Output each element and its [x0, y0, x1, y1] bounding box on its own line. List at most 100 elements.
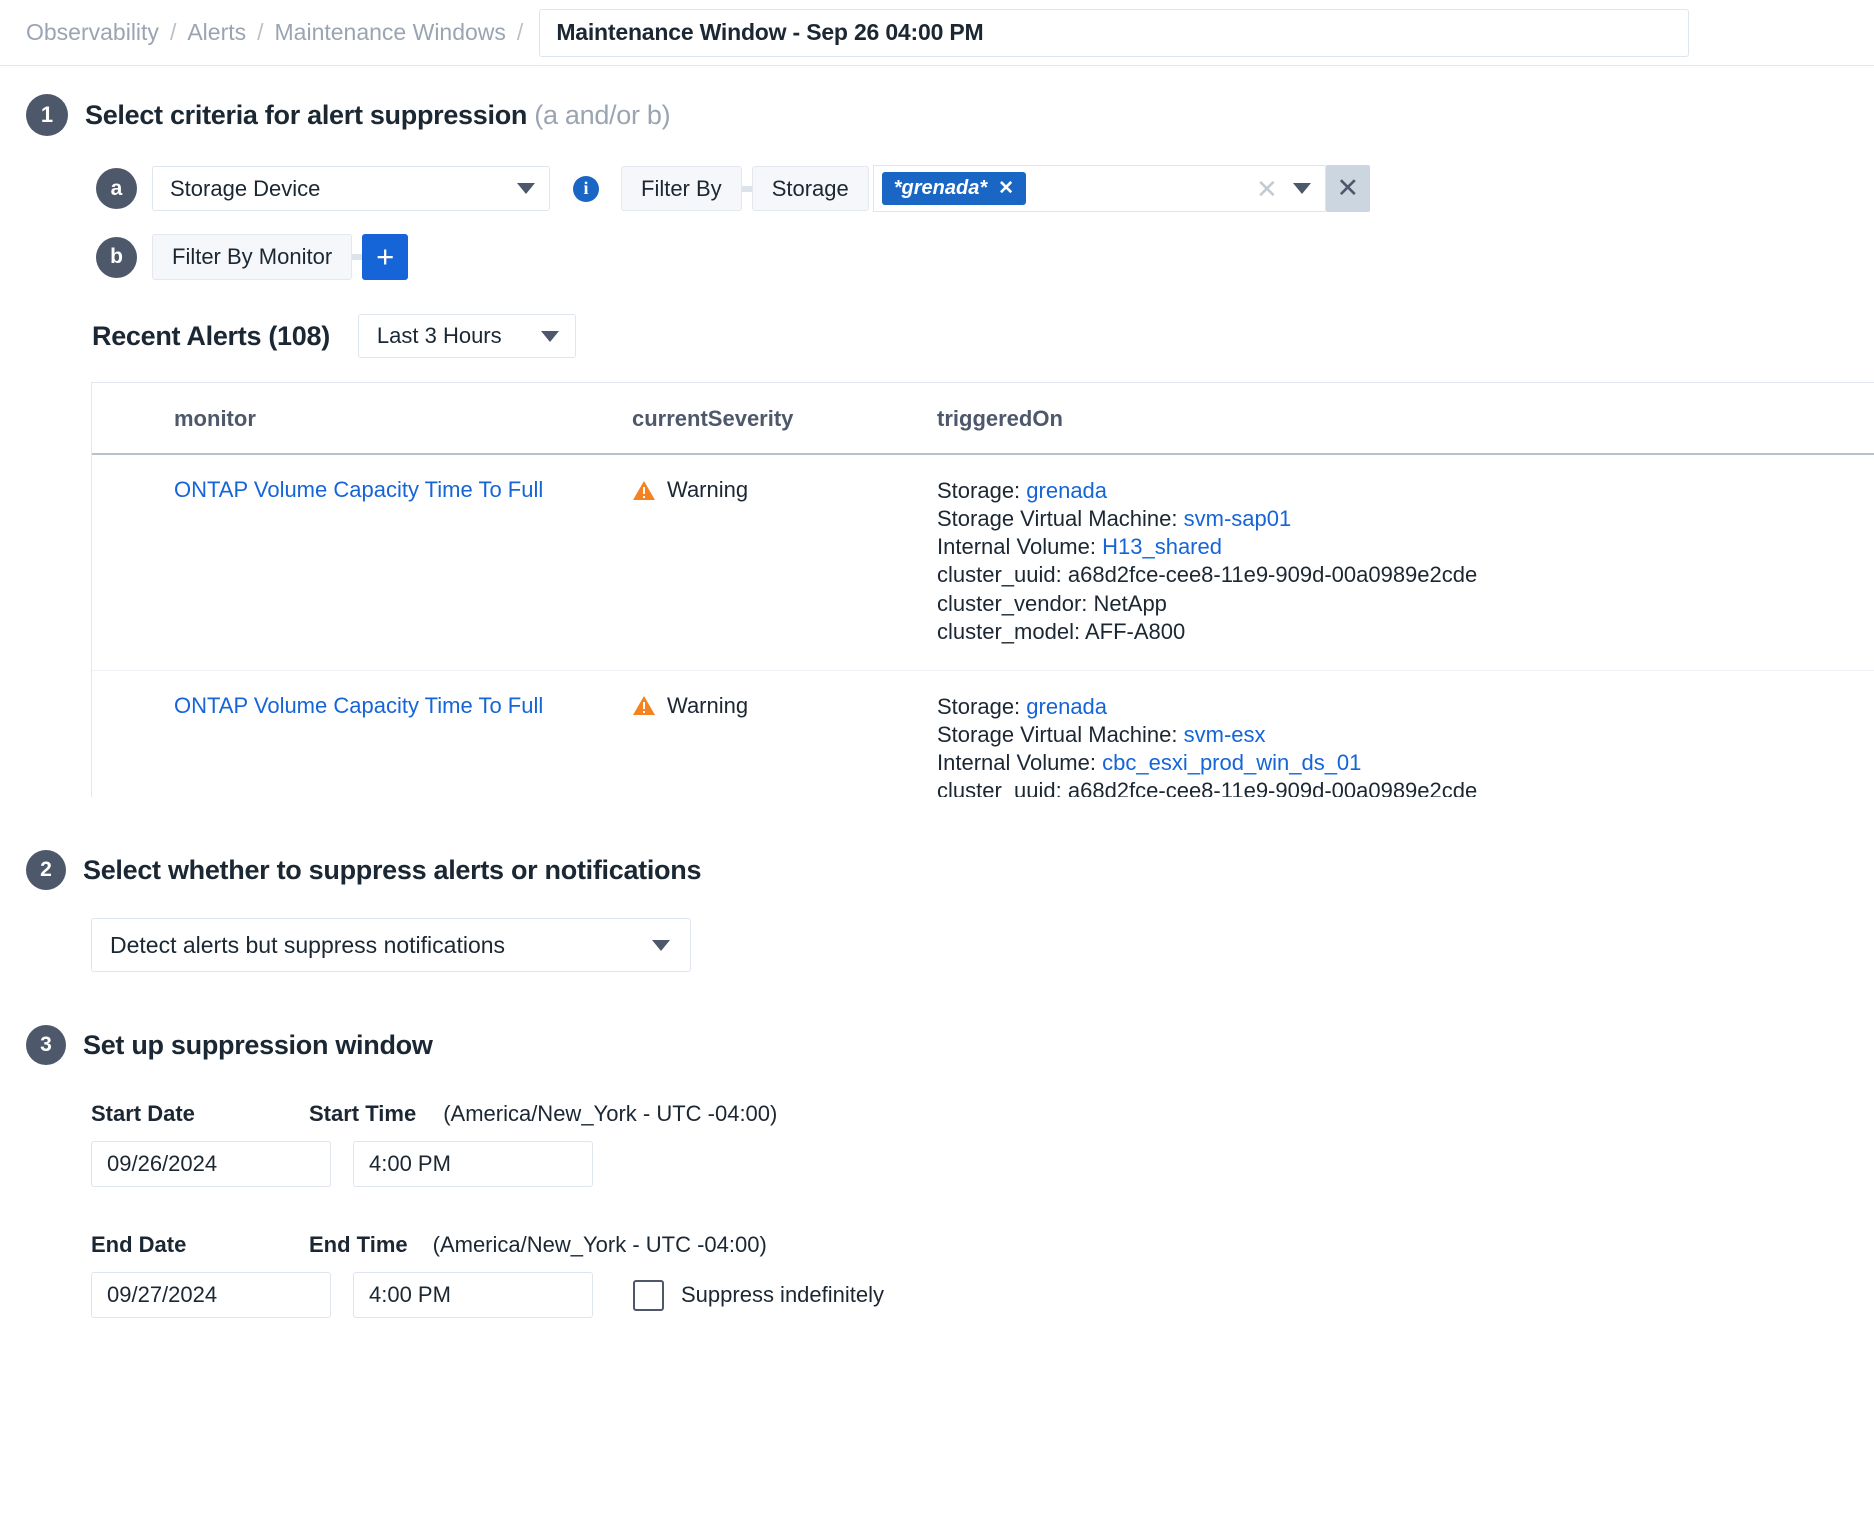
clear-icon[interactable]: ✕ [1256, 176, 1278, 202]
end-date-input[interactable]: 09/27/2024 [91, 1272, 331, 1318]
suppression-mode-select-value: Detect alerts but suppress notifications [110, 932, 505, 959]
triggered-on-key: cluster_vendor: [937, 591, 1094, 616]
step-2-title: Select whether to suppress alerts or not… [83, 855, 701, 886]
step-1-title-text: Select criteria for alert suppression [85, 100, 527, 130]
step-1-badge: 1 [26, 94, 68, 136]
breadcrumb-separator: / [517, 19, 523, 46]
end-time-label: End Time [309, 1232, 408, 1258]
maintenance-window-name-field[interactable]: Maintenance Window - Sep 26 04:00 PM [539, 9, 1689, 57]
cell-triggered-on: Storage: grenadaStorage Virtual Machine:… [937, 670, 1874, 797]
end-time-input[interactable]: 4:00 PM [353, 1272, 593, 1318]
start-date-input[interactable]: 09/26/2024 [91, 1141, 331, 1187]
entity-type-select[interactable]: Storage Device [152, 166, 550, 211]
triggered-on-key: cluster_model: [937, 619, 1085, 644]
triggered-on-value: NetApp [1094, 591, 1167, 616]
triggered-on-line: cluster_model: AFF-A800 [937, 618, 1874, 646]
recent-alerts-header: Recent Alerts (108) Last 3 Hours [92, 314, 1874, 358]
monitor-link[interactable]: ONTAP Volume Capacity Time To Full [174, 693, 543, 718]
warning-triangle-icon [632, 480, 656, 501]
breadcrumb-separator: / [170, 19, 176, 46]
column-header-current-severity[interactable]: currentSeverity [632, 383, 937, 454]
time-range-select[interactable]: Last 3 Hours [358, 314, 576, 358]
triggered-on-value-link[interactable]: grenada [1026, 478, 1107, 503]
entity-type-select-value: Storage Device [170, 176, 320, 202]
table-row[interactable]: ONTAP Volume Capacity Time To Full Warnin… [92, 670, 1874, 797]
triggered-on-line: cluster_vendor: NetApp [937, 590, 1874, 618]
step-3-header: 3 Set up suppression window [26, 1025, 1874, 1065]
breadcrumb: Observability / Alerts / Maintenance Win… [0, 0, 1874, 66]
severity-label: Warning [667, 693, 748, 719]
triggered-on-value: a68d2fce-cee8-11e9-909d-00a0989e2cde [1068, 778, 1477, 797]
step-3-badge: 3 [26, 1025, 66, 1065]
triggered-on-key: Storage Virtual Machine: [937, 722, 1184, 747]
end-labels-row: End Date End Time (America/New_York - UT… [91, 1232, 1874, 1258]
add-monitor-filter-button[interactable]: + [362, 234, 408, 280]
column-header-triggered-on[interactable]: triggeredOn [937, 383, 1874, 454]
suppress-indefinitely-label: Suppress indefinitely [681, 1282, 884, 1308]
triggered-on-line: Storage: grenada [937, 693, 1874, 721]
triggered-on-key: cluster_uuid: [937, 778, 1068, 797]
suppression-mode-select[interactable]: Detect alerts but suppress notifications [91, 918, 691, 972]
triggered-on-value-link[interactable]: grenada [1026, 694, 1107, 719]
triggered-on-line: cluster_uuid: a68d2fce-cee8-11e9-909d-00… [937, 561, 1874, 589]
triggered-on-value: AFF-A800 [1085, 619, 1185, 644]
criteria-b-badge: b [96, 237, 137, 278]
triggered-on-line: Storage Virtual Machine: svm-esx [937, 721, 1874, 749]
suppress-indefinitely-checkbox[interactable] [633, 1280, 664, 1311]
chevron-down-icon [517, 183, 535, 194]
cell-monitor: ONTAP Volume Capacity Time To Full [92, 670, 632, 797]
warning-triangle-icon [632, 695, 656, 716]
pill-connector [742, 186, 752, 192]
pill-connector [352, 254, 362, 260]
triggered-on-line: cluster_uuid: a68d2fce-cee8-11e9-909d-00… [937, 777, 1874, 797]
triggered-on-value-link[interactable]: H13_shared [1102, 534, 1222, 559]
step-2-badge: 2 [26, 850, 66, 890]
cell-monitor: ONTAP Volume Capacity Time To Full [92, 454, 632, 670]
triggered-on-key: Storage Virtual Machine: [937, 506, 1184, 531]
triggered-on-line: Internal Volume: cbc_esxi_prod_win_ds_01 [937, 749, 1874, 777]
end-date-label: End Date [91, 1232, 309, 1258]
start-time-input[interactable]: 4:00 PM [353, 1141, 593, 1187]
column-header-monitor[interactable]: monitor [92, 383, 632, 454]
breadcrumb-separator: / [257, 19, 263, 46]
monitor-link[interactable]: ONTAP Volume Capacity Time To Full [174, 477, 543, 502]
start-date-label: Start Date [91, 1101, 309, 1127]
filter-value-token[interactable]: *grenada* ✕ [882, 172, 1026, 205]
filter-value-token-label: *grenada* [894, 177, 987, 200]
remove-criteria-button[interactable]: ✕ [1326, 165, 1370, 212]
filter-value-input[interactable]: *grenada* ✕ ✕ [873, 165, 1326, 212]
filter-by-monitor-button[interactable]: Filter By Monitor [152, 234, 352, 280]
chevron-down-icon[interactable] [1293, 183, 1311, 194]
breadcrumb-item-maintenance-windows[interactable]: Maintenance Windows [275, 19, 506, 46]
close-icon[interactable]: ✕ [998, 177, 1014, 200]
chevron-down-icon [541, 331, 559, 342]
triggered-on-value-link[interactable]: cbc_esxi_prod_win_ds_01 [1102, 750, 1361, 775]
filter-by-button[interactable]: Filter By [621, 166, 742, 211]
step-1-title: Select criteria for alert suppression (a… [85, 100, 670, 131]
breadcrumb-item-observability[interactable]: Observability [26, 19, 159, 46]
start-time-label: Start Time [309, 1101, 416, 1127]
triggered-on-value-link[interactable]: svm-esx [1184, 722, 1266, 747]
triggered-on-line: Storage Virtual Machine: svm-sap01 [937, 505, 1874, 533]
criteria-row-b: b Filter By Monitor + [96, 234, 1874, 280]
cell-triggered-on: Storage: grenadaStorage Virtual Machine:… [937, 454, 1874, 670]
end-timezone-label: (America/New_York - UTC -04:00) [433, 1232, 767, 1258]
time-range-select-value: Last 3 Hours [377, 323, 502, 349]
breadcrumb-item-alerts[interactable]: Alerts [187, 19, 246, 46]
info-icon[interactable]: i [573, 176, 599, 202]
recent-alerts-table-container[interactable]: monitor currentSeverity triggeredOn ONTA… [91, 382, 1874, 797]
triggered-on-key: Internal Volume: [937, 534, 1102, 559]
criteria-row-a: a Storage Device i Filter By Storage *gr… [96, 165, 1874, 212]
triggered-on-value: a68d2fce-cee8-11e9-909d-00a0989e2cde [1068, 562, 1477, 587]
recent-alerts-table: monitor currentSeverity triggeredOn ONTA… [92, 383, 1874, 797]
table-row[interactable]: ONTAP Volume Capacity Time To Full Warnin… [92, 454, 1874, 670]
triggered-on-line: Storage: grenada [937, 477, 1874, 505]
triggered-on-value-link[interactable]: svm-sap01 [1184, 506, 1292, 531]
page-title: Maintenance Window - Sep 26 04:00 PM [556, 19, 983, 46]
triggered-on-key: cluster_uuid: [937, 562, 1068, 587]
start-labels-row: Start Date Start Time (America/New_York … [91, 1101, 1874, 1127]
filter-attribute-button[interactable]: Storage [752, 166, 869, 211]
severity-label: Warning [667, 477, 748, 503]
start-timezone-label: (America/New_York - UTC -04:00) [443, 1101, 777, 1127]
step-3-title: Set up suppression window [83, 1030, 433, 1061]
